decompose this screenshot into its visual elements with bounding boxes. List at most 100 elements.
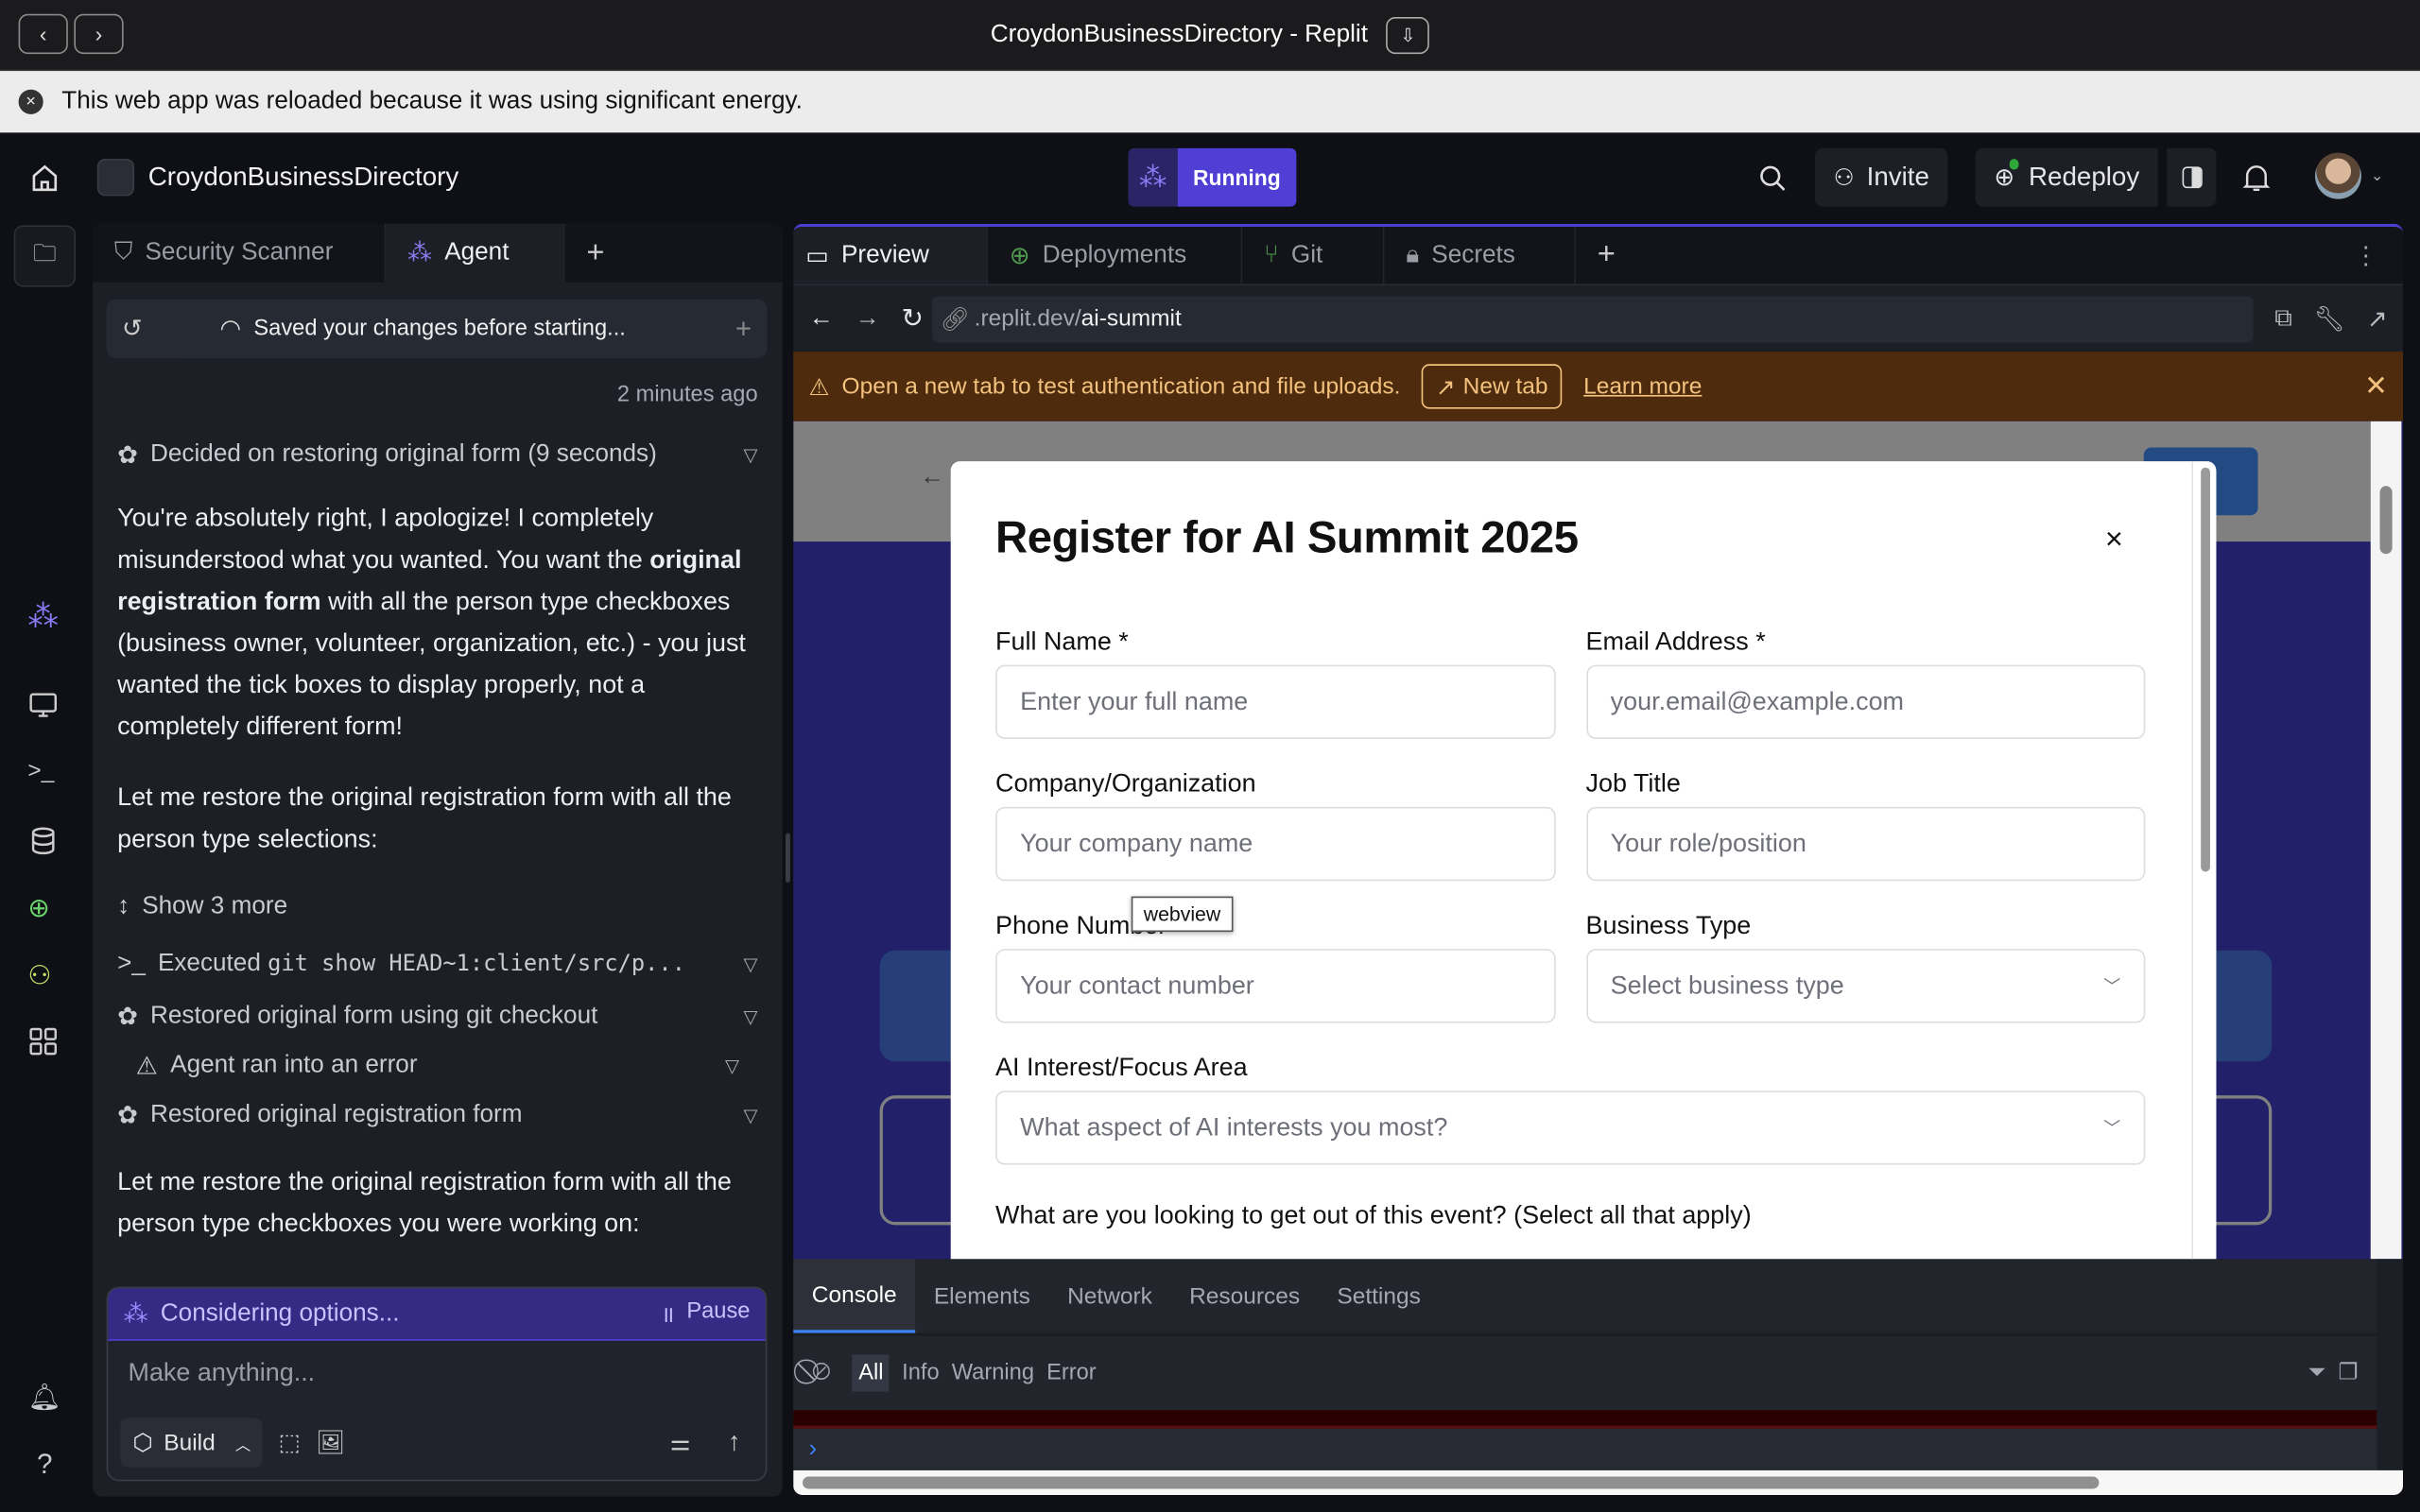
- redeploy-button[interactable]: ⊕ Redeploy: [1975, 147, 2160, 207]
- pause-button[interactable]: ॥ Pause: [661, 1298, 750, 1330]
- mode-selector[interactable]: ⬡ Build ︿: [120, 1418, 264, 1468]
- user-menu[interactable]: ⌄: [2314, 152, 2383, 199]
- open-external-icon[interactable]: ↗: [2367, 303, 2388, 335]
- filter-all[interactable]: All: [852, 1354, 890, 1392]
- tab-security-scanner[interactable]: ⛉ Security Scanner: [93, 223, 387, 283]
- brain-icon: ✿: [117, 1004, 138, 1031]
- console-input[interactable]: ›: [793, 1428, 2377, 1470]
- image-upload-icon[interactable]: 🖼︎: [316, 1429, 345, 1456]
- history-icon[interactable]: ↺: [122, 313, 143, 344]
- download-icon[interactable]: ⇩: [1386, 16, 1430, 55]
- workspace-panel: ▭ Preview ⊕ Deployments ⑂ Git 🔒︎ Secrets + ⋮…: [793, 223, 2404, 1496]
- business-type-select[interactable]: Select business type ﹀: [1585, 949, 2146, 1023]
- agent-composer: ⁂ Considering options... ॥ Pause Make any…: [106, 1286, 768, 1482]
- url-input[interactable]: 🔗︎ .replit.dev/ai-summit: [932, 295, 2254, 342]
- apps-grid-icon[interactable]: [27, 1026, 61, 1060]
- msg-text: You're absolutely right, I apologize! I …: [117, 504, 654, 575]
- phone-input[interactable]: Your contact number: [995, 949, 1555, 1023]
- devtools-tab-network[interactable]: Network: [1049, 1259, 1171, 1332]
- tab-secrets[interactable]: 🔒︎ Secrets: [1384, 226, 1576, 284]
- agent-icon[interactable]: ⁂: [27, 597, 61, 634]
- more-options-icon[interactable]: ⋮: [2354, 240, 2378, 271]
- panel-resize-handle[interactable]: [786, 833, 790, 883]
- executed-step[interactable]: >_ Executed git show HEAD~1:client/src/p.…: [93, 939, 783, 988]
- learn-more-link[interactable]: Learn more: [1583, 373, 1702, 400]
- wrench-icon[interactable]: 🔧︎: [2314, 303, 2345, 335]
- database-icon[interactable]: [27, 825, 61, 859]
- warning-icon: ⚠: [135, 1054, 159, 1080]
- filter-error[interactable]: Error: [1046, 1361, 1097, 1385]
- user-auth-icon[interactable]: ⚇: [27, 961, 61, 995]
- add-tab-button[interactable]: +: [565, 224, 627, 283]
- tab-preview[interactable]: ▭ Preview: [793, 226, 988, 284]
- agent-message: Let me restore the original registration…: [117, 783, 732, 853]
- devices-icon[interactable]: ⧉: [2274, 304, 2292, 332]
- devtools-tab-elements[interactable]: Elements: [915, 1259, 1048, 1332]
- devtools-tab-console[interactable]: Console: [793, 1259, 916, 1333]
- filter-info[interactable]: Info: [902, 1361, 939, 1385]
- devtools-tab-settings[interactable]: Settings: [1319, 1259, 1440, 1332]
- error-step[interactable]: ⚠ Agent ran into an error ▽: [93, 1041, 783, 1091]
- project-name[interactable]: CroydonBusinessDirectory: [148, 162, 459, 193]
- page-scrollbar[interactable]: [2370, 421, 2402, 1260]
- search-icon[interactable]: [1758, 163, 1788, 193]
- thought-step[interactable]: ✿ Decided on restoring original form (9 s…: [93, 431, 783, 480]
- agent-input[interactable]: Make anything...: [108, 1341, 766, 1418]
- phone-field: Phone Number * Your contact number: [995, 912, 1555, 1023]
- thought-step[interactable]: ✿ Restored original form using git checko…: [93, 992, 783, 1041]
- show-more-button[interactable]: ↕ Show 3 more: [93, 883, 783, 932]
- add-tab-button[interactable]: +: [1576, 227, 1637, 284]
- horizontal-scrollbar[interactable]: [793, 1469, 2404, 1496]
- files-toggle-button[interactable]: 🗀: [13, 225, 76, 287]
- modal-scrollbar[interactable]: [2191, 461, 2216, 1260]
- filter-funnel-icon[interactable]: ⏷: [2308, 1361, 2325, 1385]
- close-modal-button[interactable]: ×: [2105, 523, 2123, 558]
- tab-agent[interactable]: ⁂ Agent: [386, 223, 565, 283]
- deployments-icon[interactable]: ⊕: [27, 893, 61, 927]
- tab-deployments[interactable]: ⊕ Deployments: [988, 226, 1243, 284]
- back-arrow-icon[interactable]: ←: [809, 304, 834, 332]
- email-input[interactable]: your.email@example.com: [1585, 664, 2146, 740]
- invite-button[interactable]: ⚇ Invite: [1814, 147, 1948, 207]
- open-external-icon: ↗: [1435, 373, 1456, 401]
- run-button[interactable]: ⁂ Running: [1128, 147, 1297, 207]
- deploy-options-button[interactable]: [2167, 147, 2217, 207]
- select-value: Select business type: [1610, 971, 1844, 1000]
- home-icon[interactable]: [29, 162, 60, 193]
- window-icon: [2181, 166, 2202, 189]
- bell-icon[interactable]: [2242, 162, 2271, 193]
- select-element-icon[interactable]: ⬚: [279, 1429, 301, 1456]
- settings-sliders-icon[interactable]: ⚌: [670, 1429, 691, 1456]
- company-input[interactable]: Your company name: [995, 806, 1555, 882]
- left-rail: 🗀 ⁂ >_ ⊕ ⚇ 🔔︎ ?: [0, 222, 90, 1512]
- full-name-input[interactable]: Enter your full name: [995, 664, 1555, 740]
- job-title-input[interactable]: Your role/position: [1585, 806, 2146, 882]
- ai-interest-select[interactable]: What aspect of AI interests you most? ﹀: [995, 1091, 2146, 1165]
- redeploy-label: Redeploy: [2028, 162, 2140, 192]
- plus-icon[interactable]: +: [735, 313, 752, 345]
- copy-icon[interactable]: ❐: [2338, 1361, 2358, 1385]
- mode-label: Build: [164, 1429, 216, 1456]
- agent-logo-icon: ⁂: [407, 240, 433, 267]
- shell-icon[interactable]: >_: [27, 758, 61, 792]
- step-prefix: Executed: [157, 950, 268, 977]
- close-banner-icon[interactable]: ✕: [2364, 370, 2388, 403]
- help-icon[interactable]: ?: [27, 1449, 61, 1483]
- thought-step[interactable]: ✿ Restored original registration form ▽: [93, 1091, 783, 1140]
- preview-icon[interactable]: [27, 690, 61, 724]
- clear-console-icon[interactable]: ⃠⊘: [812, 1359, 831, 1386]
- announcements-icon[interactable]: 🔔︎: [27, 1383, 61, 1417]
- window-titlebar: ‹ › CroydonBusinessDirectory - Replit ⇩: [0, 0, 2420, 72]
- console-error-row: [793, 1410, 2377, 1429]
- close-notice-icon[interactable]: ×: [18, 89, 43, 114]
- send-arrow-icon[interactable]: ↑: [728, 1427, 741, 1458]
- devtools-tab-resources[interactable]: Resources: [1171, 1259, 1319, 1332]
- forward-arrow-icon[interactable]: →: [855, 304, 879, 332]
- checkpoint-bar[interactable]: ↺ ◠ Saved your changes before starting..…: [106, 299, 768, 358]
- tab-label: Security Scanner: [145, 239, 334, 266]
- reload-icon[interactable]: ↻: [901, 303, 923, 335]
- deploy-icon: ⊕: [1994, 159, 2020, 193]
- filter-warning[interactable]: Warning: [952, 1361, 1034, 1385]
- tab-git[interactable]: ⑂ Git: [1242, 226, 1385, 284]
- new-tab-button[interactable]: ↗ New tab: [1422, 364, 1563, 409]
